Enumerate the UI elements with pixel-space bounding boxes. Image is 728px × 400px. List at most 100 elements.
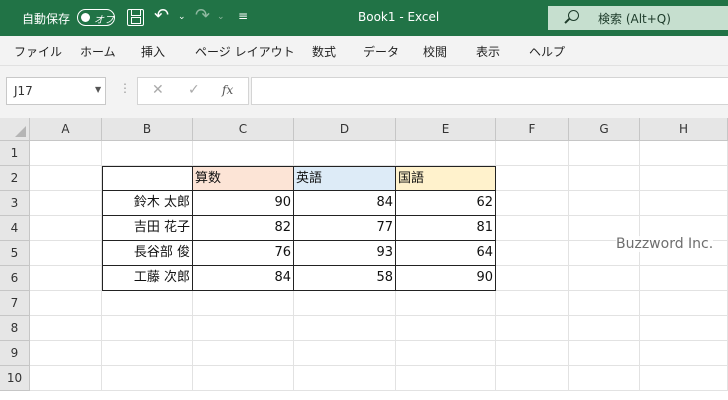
tab-help[interactable]: ヘルプ [529,43,565,60]
redo-dropdown-icon[interactable]: ⌄ [217,12,225,22]
student-name-cell[interactable]: 吉田 花子 [102,216,193,241]
student-name-cell[interactable]: 長谷部 俊 [102,241,193,266]
cell-g8[interactable] [569,316,640,341]
column-header-b[interactable]: B [102,118,193,141]
name-box-dropdown-icon[interactable]: ▼ [95,85,101,94]
score-cell[interactable]: 84 [193,266,294,291]
score-cell[interactable]: 90 [193,191,294,216]
cell-d1[interactable] [294,141,396,166]
undo-icon[interactable]: ↶ [154,5,169,26]
cell-d10[interactable] [294,366,396,391]
tab-review[interactable]: 校閲 [423,43,447,60]
cell-h9[interactable] [640,341,728,366]
cell-f7[interactable] [496,291,569,316]
tab-view[interactable]: 表示 [476,43,500,60]
cell-g2[interactable] [569,166,640,191]
cell-e9[interactable] [396,341,496,366]
customize-toolbar-icon[interactable]: ≡ [238,9,248,23]
cell-a8[interactable] [30,316,102,341]
cell-d9[interactable] [294,341,396,366]
formula-bar-grip-icon[interactable]: ⋮ [119,81,131,95]
cell-d7[interactable] [294,291,396,316]
cancel-icon[interactable]: ✕ [152,82,164,98]
cell-g1[interactable] [569,141,640,166]
cell-b1[interactable] [102,141,193,166]
table-header-cell[interactable]: 算数 [193,166,294,191]
column-header-c[interactable]: C [193,118,294,141]
tab-home[interactable]: ホーム [80,43,116,60]
score-cell[interactable]: 58 [294,266,396,291]
cell-c10[interactable] [193,366,294,391]
cell-f2[interactable] [496,166,569,191]
cell-a5[interactable] [30,241,102,266]
cell-a6[interactable] [30,266,102,291]
cell-a7[interactable] [30,291,102,316]
row-header-2[interactable]: 2 [0,166,30,191]
cell-b10[interactable] [102,366,193,391]
cell-e8[interactable] [396,316,496,341]
score-cell[interactable]: 90 [396,266,496,291]
column-header-d[interactable]: D [294,118,396,141]
cell-d8[interactable] [294,316,396,341]
score-cell[interactable]: 77 [294,216,396,241]
cell-g10[interactable] [569,366,640,391]
score-cell[interactable]: 62 [396,191,496,216]
formula-input[interactable] [251,77,728,105]
row-header-10[interactable]: 10 [0,366,30,391]
insert-function-icon[interactable]: fx [222,83,233,97]
cell-h7[interactable] [640,291,728,316]
row-header-9[interactable]: 9 [0,341,30,366]
tab-insert[interactable]: 挿入 [141,43,165,60]
cell-h1[interactable] [640,141,728,166]
cell-a3[interactable] [30,191,102,216]
tab-formulas[interactable]: 数式 [312,43,336,60]
cell-a2[interactable] [30,166,102,191]
search-box[interactable]: 検索 (Alt+Q) [548,6,728,30]
tab-file[interactable]: ファイル [14,43,62,60]
cell-g9[interactable] [569,341,640,366]
tab-page-layout[interactable]: ページ レイアウト [195,43,295,60]
score-cell[interactable]: 81 [396,216,496,241]
cell-b9[interactable] [102,341,193,366]
cell-f6[interactable] [496,266,569,291]
cell-h3[interactable] [640,191,728,216]
autosave-toggle[interactable]: オフ [77,9,115,26]
table-header-cell[interactable]: 国語 [396,166,496,191]
column-header-e[interactable]: E [396,118,496,141]
cell-e7[interactable] [396,291,496,316]
row-header-7[interactable]: 7 [0,291,30,316]
cell-h2[interactable] [640,166,728,191]
score-cell[interactable]: 64 [396,241,496,266]
row-header-5[interactable]: 5 [0,241,30,266]
row-header-8[interactable]: 8 [0,316,30,341]
score-cell[interactable]: 82 [193,216,294,241]
row-header-6[interactable]: 6 [0,266,30,291]
select-all-button[interactable] [0,118,30,141]
table-header-cell[interactable]: 英語 [294,166,396,191]
name-box[interactable]: J17 ▼ [6,77,106,105]
cell-c1[interactable] [193,141,294,166]
cell-h6[interactable] [640,266,728,291]
column-header-h[interactable]: H [640,118,728,141]
save-icon[interactable] [127,9,144,26]
cell-e1[interactable] [396,141,496,166]
cell-c8[interactable] [193,316,294,341]
cell-a1[interactable] [30,141,102,166]
cell-f9[interactable] [496,341,569,366]
cell-f1[interactable] [496,141,569,166]
row-header-1[interactable]: 1 [0,141,30,166]
cell-b8[interactable] [102,316,193,341]
column-header-f[interactable]: F [496,118,569,141]
cell-c9[interactable] [193,341,294,366]
tab-data[interactable]: データ [363,43,399,60]
enter-icon[interactable]: ✓ [188,82,200,98]
score-cell[interactable]: 93 [294,241,396,266]
student-name-cell[interactable]: 鈴木 太郎 [102,191,193,216]
score-cell[interactable]: 84 [294,191,396,216]
cell-f8[interactable] [496,316,569,341]
cell-g6[interactable] [569,266,640,291]
cell-a4[interactable] [30,216,102,241]
student-name-cell[interactable]: 工藤 次郎 [102,266,193,291]
column-header-g[interactable]: G [569,118,640,141]
cell-f5[interactable] [496,241,569,266]
